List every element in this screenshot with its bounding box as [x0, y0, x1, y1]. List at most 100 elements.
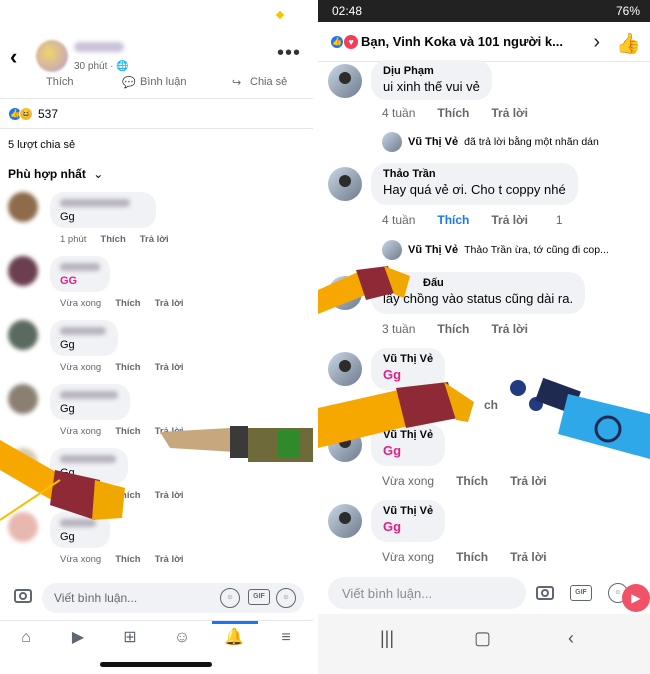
share-action[interactable]: Chia sẻ — [250, 76, 287, 88]
reply-link[interactable]: Trả lời — [155, 490, 184, 501]
home-button-icon[interactable]: ▢ — [474, 628, 491, 649]
avatar[interactable] — [328, 64, 362, 98]
home-icon[interactable]: ⌂ — [16, 629, 36, 647]
blurred-name — [60, 519, 96, 527]
comment-composer: Viết bình luận... GIF ☺ — [318, 577, 650, 611]
camera-icon[interactable] — [14, 589, 32, 603]
comment-bubble[interactable]: Gg — [50, 512, 110, 548]
like-link[interactable]: Thích — [100, 234, 125, 245]
recent-apps-icon[interactable]: ||| — [380, 628, 394, 649]
gif-icon[interactable]: GIF — [248, 589, 270, 605]
like-link[interactable]: Thích — [437, 322, 469, 336]
like-reaction-icon: 👍 — [330, 34, 344, 49]
comment-bubble[interactable]: Gg — [50, 448, 128, 484]
avatar[interactable] — [328, 352, 362, 386]
comment-text: Gg — [60, 467, 75, 479]
reactions-summary[interactable]: 👍 😆 537 — [8, 107, 58, 121]
reply-link[interactable]: Trả lời — [140, 234, 169, 245]
reply-link[interactable]: Trả lời — [155, 298, 184, 309]
emoji-icon[interactable]: ☺ — [276, 588, 296, 608]
avatar[interactable] — [328, 428, 362, 462]
reply-preview[interactable]: Vũ Thị Vẻ đã trả lời bằng một nhãn dán — [382, 132, 599, 152]
comment-input[interactable]: Viết bình luận... — [328, 577, 526, 609]
comment-bubble[interactable]: GG — [50, 256, 110, 292]
avatar[interactable] — [8, 320, 38, 350]
comment-bubble[interactable]: Gg — [50, 320, 118, 356]
comment-bubble[interactable]: Vũ Thị Vẻ Gg — [371, 500, 446, 542]
reply-link[interactable]: Trả lời — [155, 426, 184, 437]
like-link[interactable]: Thích — [115, 298, 140, 309]
notifications-icon[interactable]: 🔔 — [224, 629, 244, 647]
avatar[interactable] — [328, 276, 362, 310]
share-count[interactable]: 5 lượt chia sẻ — [8, 139, 75, 151]
commenter-name[interactable]: Đấu — [383, 277, 573, 289]
camera-icon[interactable] — [536, 586, 554, 600]
reply-link[interactable]: Trả lời — [491, 106, 528, 120]
back-icon[interactable]: ‹ — [568, 628, 574, 649]
blurred-name — [60, 455, 116, 463]
comment-text: lấy chồng vào status cũng dài ra. — [383, 291, 574, 306]
like-link[interactable]: Thích — [115, 426, 140, 437]
like-thumb-icon[interactable]: 👍 — [616, 31, 641, 55]
comment-meta: Vừa xong Thích Trả lời — [60, 554, 184, 565]
reactions-title[interactable]: 👍 ♥ Bạn, Vinh Koka và 101 người k... — [330, 34, 563, 49]
like-link[interactable]: Thích — [115, 362, 140, 373]
comment-bubble[interactable]: Vũ Thị Vẻ Gg — [371, 348, 446, 390]
like-action[interactable]: Thích — [46, 76, 74, 88]
sticker-icon[interactable]: ☺ — [220, 588, 240, 608]
avatar[interactable] — [328, 167, 362, 201]
reply-link[interactable]: Trả lời — [155, 362, 184, 373]
avatar[interactable] — [8, 384, 38, 414]
avatar[interactable] — [8, 192, 38, 222]
comment-meta: 4 tuần Thích Trả lời 1 — [382, 213, 563, 227]
commenter-name[interactable]: Vũ Thị Vẻ — [383, 429, 433, 441]
right-screenshot: 02:48 76% 👍 ♥ Bạn, Vinh Koka và 101 ngườ… — [318, 0, 650, 674]
menu-icon[interactable]: ≡ — [276, 629, 296, 647]
reply-link[interactable]: Trả lời — [510, 550, 547, 564]
reply-link[interactable]: Trả lời — [155, 554, 184, 565]
groups-icon[interactable]: ☺ — [172, 629, 192, 647]
post-action-row: Thích 💬 Bình luận ↪ Chia sẻ — [0, 76, 313, 90]
comment-bubble[interactable]: Gg — [50, 384, 130, 420]
avatar[interactable] — [328, 504, 362, 538]
sort-label: Phù hợp nhất — [8, 167, 86, 181]
reply-link[interactable]: Trả lời — [491, 322, 528, 336]
like-link-partial[interactable]: ch — [484, 398, 498, 412]
blurred-author-name[interactable] — [74, 42, 124, 52]
comment-bubble[interactable]: Thảo Trần Hay quá vẻ ơi. Cho t coppy nhé — [371, 163, 578, 205]
like-link[interactable]: Thích — [115, 554, 140, 565]
comment-meta: Vừa xong Thích Trả lời — [60, 490, 184, 501]
commenter-name[interactable]: Vũ Thị Vẻ — [383, 505, 433, 517]
video-icon[interactable]: ▶ — [68, 629, 88, 647]
reply-preview[interactable]: Vũ Thị Vẻ Thảo Trần ừa, tớ cũng đi cop..… — [382, 240, 609, 260]
avatar[interactable] — [8, 512, 38, 542]
commenter-name[interactable]: Dịu Phạm — [383, 65, 480, 77]
like-link[interactable]: Thích — [456, 474, 488, 488]
comment-meta: Vừa xong Thích Trả lời — [382, 550, 547, 564]
comment-bubble[interactable]: Vũ Thị Vẻ Gg — [371, 424, 446, 466]
video-call-icon[interactable]: ▶ — [622, 584, 650, 612]
back-arrow-icon[interactable]: ‹ — [10, 44, 17, 70]
comment-action[interactable]: Bình luận — [140, 76, 186, 88]
comment-time: Vừa xong — [382, 474, 435, 488]
like-link[interactable]: Thích — [437, 213, 469, 227]
comment-bubble[interactable]: Gg — [50, 192, 156, 228]
comment-bubble[interactable]: Dịu Phạm ui xinh thế vui vẻ — [371, 60, 492, 100]
marketplace-icon[interactable]: ⊞ — [120, 629, 140, 647]
comment-time: Vừa xong — [382, 550, 435, 564]
comment-sort-dropdown[interactable]: Phù hợp nhất ⌄ — [8, 167, 103, 181]
like-link[interactable]: Thích — [437, 106, 469, 120]
reply-link[interactable]: Trả lời — [491, 213, 528, 227]
reply-link[interactable]: Trả lời — [510, 474, 547, 488]
avatar[interactable] — [8, 448, 38, 478]
more-options-icon[interactable]: ••• — [277, 42, 301, 65]
commenter-name[interactable]: Thảo Trần — [383, 168, 566, 180]
commenter-name[interactable]: Vũ Thị Vẻ — [383, 353, 433, 365]
avatar[interactable] — [8, 256, 38, 286]
comment-bubble[interactable]: Đấu lấy chồng vào status cũng dài ra. — [371, 272, 586, 314]
avatar[interactable] — [36, 40, 68, 72]
gif-icon[interactable]: GIF — [570, 585, 592, 601]
like-link[interactable]: Thích — [115, 490, 140, 501]
chevron-right-icon[interactable]: › — [593, 31, 600, 54]
like-link[interactable]: Thích — [456, 550, 488, 564]
